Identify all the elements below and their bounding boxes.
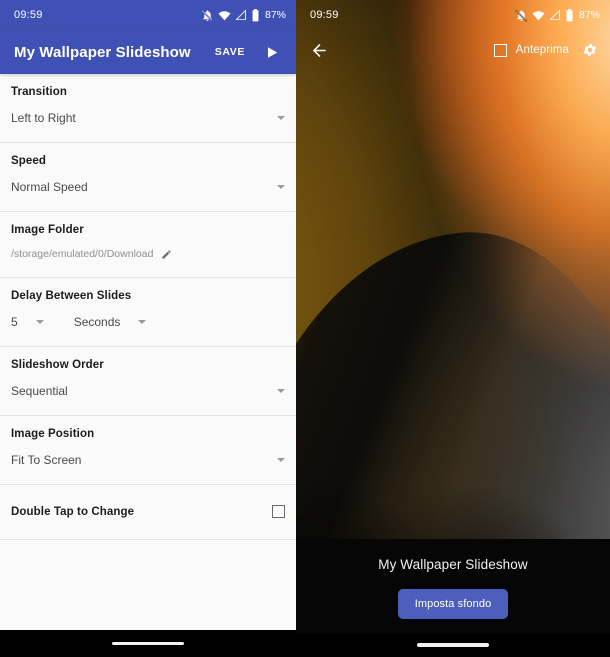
- left-status-bar: 09:59 87%: [0, 0, 296, 30]
- battery-percent: 87%: [578, 9, 600, 21]
- image-folder-row[interactable]: /storage/emulated/0/Download: [11, 248, 285, 266]
- wallpaper-canvas-area[interactable]: [296, 70, 610, 539]
- image-position-spinner[interactable]: Fit To Screen: [11, 453, 285, 473]
- chevron-down-icon[interactable]: [35, 320, 44, 324]
- delay-unit-value[interactable]: Seconds: [74, 315, 121, 329]
- setting-label-image-folder: Image Folder: [11, 224, 84, 236]
- preview-checkbox[interactable]: [493, 43, 507, 57]
- preview-actions: Anteprima: [493, 42, 598, 58]
- back-arrow-icon[interactable]: [310, 41, 329, 60]
- setting-row-image-position: Image Position Fit To Screen: [0, 416, 296, 485]
- battery-icon: [565, 8, 574, 22]
- settings-list: Transition Left to Right Speed Normal Sp…: [0, 74, 296, 630]
- gear-icon[interactable]: [582, 42, 598, 58]
- left-navigation-bar: [0, 630, 296, 657]
- setting-label-transition: Transition: [11, 86, 67, 98]
- left-phone-screen: 09:59 87% My Wallpaper Slideshow SAVE Tr…: [0, 0, 296, 657]
- chevron-down-icon: [277, 458, 285, 462]
- chevron-down-icon: [277, 389, 285, 393]
- battery-icon: [251, 8, 260, 22]
- setting-row-double-tap: Double Tap to Change: [0, 485, 296, 540]
- right-phone-screen: 09:59 87% Anteprima My Wallpaper Slidesh…: [296, 0, 610, 657]
- wallpaper-bottom-panel: My Wallpaper Slideshow Imposta sfondo: [296, 539, 610, 633]
- save-button[interactable]: SAVE: [213, 42, 247, 62]
- battery-percent: 87%: [264, 9, 286, 21]
- setting-row-delay: Delay Between Slides 5 Seconds: [0, 278, 296, 347]
- status-icons: 87%: [201, 8, 286, 22]
- home-gesture-pill[interactable]: [417, 643, 489, 647]
- setting-label-double-tap: Double Tap to Change: [11, 505, 135, 518]
- status-time: 09:59: [310, 9, 339, 21]
- wifi-icon: [218, 9, 231, 22]
- notifications-off-icon: [515, 9, 528, 22]
- right-navigation-bar: [296, 633, 610, 657]
- slideshow-order-spinner[interactable]: Sequential: [11, 384, 285, 404]
- transition-value: Left to Right: [11, 111, 76, 125]
- setting-row-slideshow-order: Slideshow Order Sequential: [0, 347, 296, 416]
- right-status-bar: 09:59 87%: [296, 0, 610, 30]
- wallpaper-name: My Wallpaper Slideshow: [378, 557, 528, 572]
- setting-label-speed: Speed: [11, 155, 47, 167]
- app-bar: My Wallpaper Slideshow SAVE: [0, 30, 296, 74]
- wallpaper-preview-top-bar: Anteprima: [296, 30, 610, 70]
- status-icons: 87%: [515, 8, 600, 22]
- preview-label: Anteprima: [515, 44, 569, 56]
- play-icon[interactable]: [261, 42, 282, 63]
- wifi-icon: [532, 9, 545, 22]
- notifications-off-icon: [201, 9, 214, 22]
- chevron-down-icon: [277, 116, 285, 120]
- image-position-value: Fit To Screen: [11, 453, 82, 467]
- setting-label-image-position: Image Position: [11, 428, 95, 440]
- signal-icon: [549, 9, 561, 21]
- app-bar-actions: SAVE: [213, 42, 282, 63]
- delay-number-value[interactable]: 5: [11, 315, 18, 329]
- page-title: My Wallpaper Slideshow: [14, 43, 191, 61]
- speed-value: Normal Speed: [11, 180, 88, 194]
- setting-row-transition: Transition Left to Right: [0, 74, 296, 143]
- image-folder-path: /storage/emulated/0/Download: [11, 248, 154, 260]
- screenshot-root: 09:59 87% My Wallpaper Slideshow SAVE Tr…: [0, 0, 610, 657]
- pencil-icon[interactable]: [161, 249, 172, 260]
- delay-controls: 5 Seconds: [11, 315, 285, 335]
- slideshow-order-value: Sequential: [11, 384, 68, 398]
- home-gesture-pill[interactable]: [112, 641, 184, 646]
- speed-spinner[interactable]: Normal Speed: [11, 180, 285, 200]
- setting-label-slideshow-order: Slideshow Order: [11, 359, 104, 371]
- setting-label-delay: Delay Between Slides: [11, 290, 132, 302]
- setting-row-image-folder: Image Folder /storage/emulated/0/Downloa…: [0, 212, 296, 278]
- chevron-down-icon: [277, 185, 285, 189]
- status-time: 09:59: [14, 9, 43, 21]
- set-wallpaper-button[interactable]: Imposta sfondo: [397, 589, 509, 619]
- signal-icon: [235, 9, 247, 21]
- setting-row-speed: Speed Normal Speed: [0, 143, 296, 212]
- double-tap-checkbox[interactable]: [272, 505, 285, 518]
- chevron-down-icon[interactable]: [138, 320, 147, 324]
- transition-spinner[interactable]: Left to Right: [11, 111, 285, 131]
